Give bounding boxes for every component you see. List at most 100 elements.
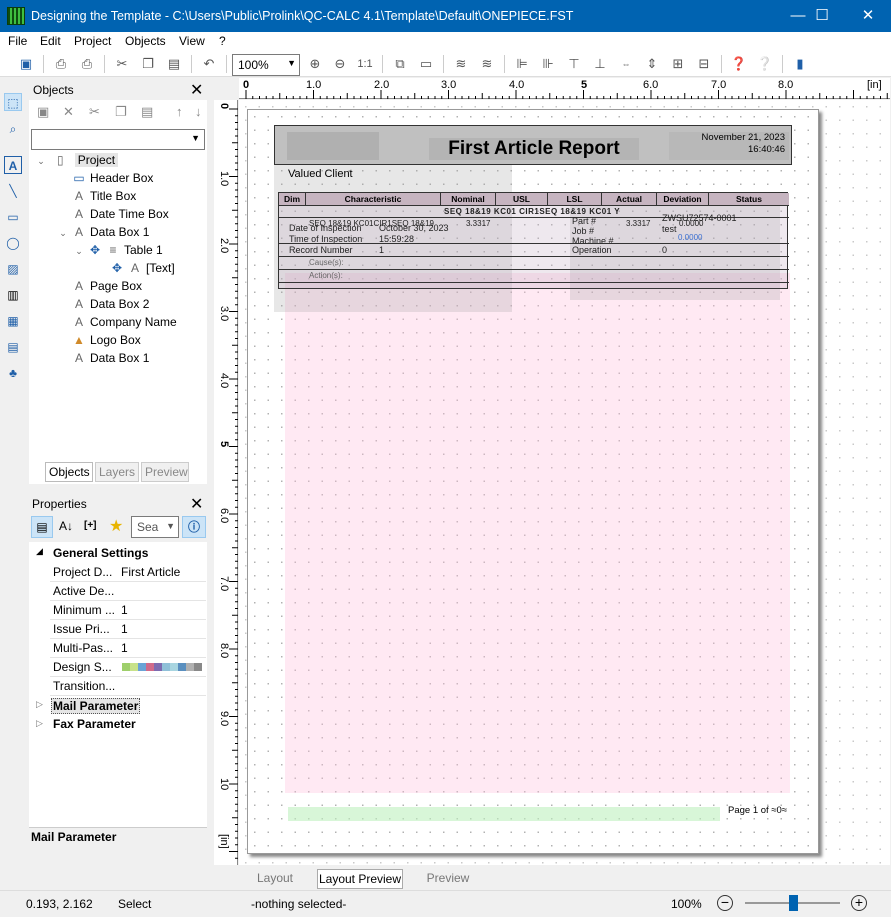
- zoom-select[interactable]: 100% ▼: [232, 54, 300, 76]
- chart-tool-icon[interactable]: ♣: [4, 364, 22, 382]
- properties-close-icon[interactable]: ✕: [190, 494, 203, 514]
- property-row[interactable]: Multi-Pas... 1: [50, 639, 206, 658]
- cut-icon[interactable]: ✂: [113, 55, 131, 73]
- menu-help[interactable]: ?: [219, 34, 226, 48]
- bring-front-icon[interactable]: ≋: [452, 55, 470, 73]
- layers-icon[interactable]: ⧉: [391, 55, 409, 73]
- report-page[interactable]: First Article Report November 21, 2023 1…: [247, 109, 819, 854]
- line-tool-icon[interactable]: ╲: [4, 182, 22, 200]
- expand-all-icon[interactable]: [+]: [84, 520, 97, 531]
- move-up-icon[interactable]: ↑: [176, 104, 183, 119]
- categorized-icon[interactable]: ▤: [31, 516, 53, 538]
- design-canvas[interactable]: First Article Report November 21, 2023 1…: [239, 100, 890, 865]
- object-properties-icon[interactable]: ▣: [37, 104, 49, 120]
- select-tool-icon[interactable]: ⬚: [4, 93, 22, 111]
- align-top-icon[interactable]: ⊤: [565, 55, 583, 73]
- zoom-actual-icon[interactable]: 1:1: [356, 55, 374, 73]
- zoom-tool-icon[interactable]: ⌕: [4, 120, 22, 138]
- tree-item-table-1[interactable]: ⌄ ✥ ≡ Table 1: [74, 241, 162, 260]
- sort-az-icon[interactable]: A↓: [59, 519, 73, 533]
- section-general-settings[interactable]: General Settings: [53, 546, 148, 560]
- copy-object-icon[interactable]: ❐: [115, 104, 127, 120]
- property-row[interactable]: Active De...: [50, 582, 206, 601]
- page-box[interactable]: Page 1 of ≈0≈: [728, 805, 787, 816]
- property-search-select[interactable]: Sea ▼: [131, 516, 179, 538]
- table-tool-icon[interactable]: ▦: [4, 312, 22, 330]
- image-tool-icon[interactable]: ▨: [4, 260, 22, 278]
- menu-project[interactable]: Project: [74, 34, 111, 48]
- zoom-out-button[interactable]: −: [717, 895, 733, 911]
- collapse-icon[interactable]: ⌄: [36, 152, 46, 170]
- exit-designer-icon[interactable]: ▮: [791, 55, 809, 73]
- menu-file[interactable]: File: [8, 34, 27, 48]
- menu-edit[interactable]: Edit: [40, 34, 61, 48]
- save-icon[interactable]: ▣: [17, 55, 35, 73]
- maximize-button[interactable]: ☐: [799, 0, 845, 32]
- client-name[interactable]: Valued Client: [288, 168, 353, 180]
- object-filter-select[interactable]: ▼: [31, 129, 205, 150]
- align-bottom-icon[interactable]: ⊥: [591, 55, 609, 73]
- date-time-box[interactable]: November 21, 2023 16:40:46: [702, 132, 785, 156]
- properties-icon[interactable]: ▭: [417, 55, 435, 73]
- zoom-out-icon[interactable]: ⊖: [331, 55, 349, 73]
- property-row[interactable]: Design S...: [50, 658, 206, 677]
- formatted-text-tool-icon[interactable]: ▤: [4, 338, 22, 356]
- paste-object-icon[interactable]: ▤: [141, 104, 153, 120]
- delete-icon[interactable]: ✕: [63, 104, 74, 120]
- expand-icon[interactable]: ▷: [36, 699, 43, 710]
- copy-icon[interactable]: ❐: [139, 55, 157, 73]
- tree-item-data-box-2[interactable]: A Data Box 2: [72, 295, 149, 313]
- favorites-star-icon[interactable]: ★: [109, 516, 123, 536]
- results-table[interactable]: Dim Characteristic Nominal USL LSL Actua…: [278, 192, 789, 289]
- collapse-icon[interactable]: ⌄: [74, 242, 84, 260]
- zoom-slider[interactable]: [745, 895, 840, 911]
- tree-item-title-box[interactable]: A Title Box: [72, 187, 136, 205]
- print-icon[interactable]: ⎙: [52, 55, 70, 73]
- tab-preview[interactable]: Preview: [141, 462, 189, 482]
- tree-item-header-box[interactable]: ▭ Header Box: [72, 169, 153, 187]
- tree-item-text[interactable]: ✥ A [Text]: [110, 259, 175, 277]
- menu-view[interactable]: View: [179, 34, 205, 48]
- tree-item-date-time-box[interactable]: A Date Time Box: [72, 205, 169, 223]
- company-name-box[interactable]: [288, 807, 720, 821]
- collapse-icon[interactable]: ◢: [36, 546, 43, 557]
- align-left-icon[interactable]: ⊫: [513, 55, 531, 73]
- section-mail-parameter[interactable]: Mail Parameter: [51, 698, 141, 714]
- zoom-in-icon[interactable]: ⊕: [306, 55, 324, 73]
- header-box[interactable]: First Article Report November 21, 2023 1…: [274, 125, 792, 165]
- center-v-icon[interactable]: ⇕: [643, 55, 661, 73]
- tree-item-data-box-1b[interactable]: A Data Box 1: [72, 349, 149, 367]
- zoom-slider-knob[interactable]: [789, 895, 798, 911]
- tree-item-data-box-1[interactable]: ⌄ A Data Box 1: [58, 223, 149, 241]
- cut-object-icon[interactable]: ✂: [89, 104, 100, 120]
- menu-objects[interactable]: Objects: [125, 34, 166, 48]
- send-back-icon[interactable]: ≋: [478, 55, 496, 73]
- zoom-in-button[interactable]: +: [851, 895, 867, 911]
- close-button[interactable]: ✕: [845, 0, 891, 32]
- ellipse-tool-icon[interactable]: ◯: [4, 234, 22, 252]
- rectangle-tool-icon[interactable]: ▭: [4, 208, 22, 226]
- tab-layers[interactable]: Layers: [95, 462, 139, 482]
- context-help-icon[interactable]: ❔: [756, 55, 774, 73]
- tab-layout-preview[interactable]: Layout Preview: [317, 869, 403, 889]
- tab-layout[interactable]: Layout: [235, 869, 315, 889]
- objects-close-icon[interactable]: ✕: [190, 80, 203, 100]
- info-icon[interactable]: ⓘ: [182, 516, 206, 538]
- expand-icon[interactable]: ▷: [36, 718, 43, 729]
- align-right-icon[interactable]: ⊪: [539, 55, 557, 73]
- property-row[interactable]: Transition...: [50, 677, 206, 696]
- data-area[interactable]: [285, 273, 790, 793]
- property-row[interactable]: Project D... First Article: [50, 563, 206, 582]
- center-h-icon[interactable]: ⇔: [617, 55, 635, 73]
- move-down-icon[interactable]: ↓: [195, 104, 202, 119]
- print-preview-icon[interactable]: ⎙: [78, 55, 96, 73]
- paste-icon[interactable]: ▤: [165, 55, 183, 73]
- tab-preview[interactable]: Preview: [405, 869, 491, 889]
- text-tool-icon[interactable]: A: [4, 156, 22, 174]
- barcode-tool-icon[interactable]: ▥: [4, 286, 22, 304]
- collapse-icon[interactable]: ⌄: [58, 224, 68, 242]
- tree-item-logo-box[interactable]: ▲ Logo Box: [72, 331, 141, 349]
- section-fax-parameter[interactable]: Fax Parameter: [53, 717, 136, 731]
- distribute-h-icon[interactable]: ⊞: [669, 55, 687, 73]
- tree-item-company-name[interactable]: A Company Name: [72, 313, 177, 331]
